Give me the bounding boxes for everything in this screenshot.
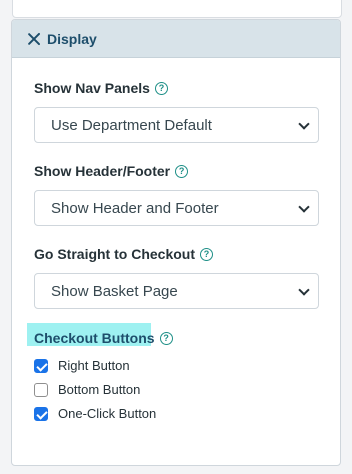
bottom-button-checkbox[interactable]	[34, 382, 48, 397]
nav-panels-label: Show Nav Panels ?	[34, 80, 168, 96]
checkout-label: Go Straight to Checkout ?	[34, 246, 213, 262]
nav-panels-label-text: Show Nav Panels	[34, 80, 150, 96]
nav-panels-select[interactable]: Use Department Default	[34, 107, 319, 143]
header-footer-label-text: Show Header/Footer	[34, 163, 171, 179]
nav-panels-select-value: Use Department Default	[51, 116, 212, 134]
chevron-down-icon	[298, 284, 310, 296]
checkout-select-value: Show Basket Page	[51, 282, 178, 300]
help-icon[interactable]: ?	[154, 81, 168, 95]
checkout-buttons-label: Checkout Buttons ?	[34, 330, 173, 346]
close-icon[interactable]	[27, 32, 41, 46]
header-footer-label: Show Header/Footer ?	[34, 163, 189, 179]
header-footer-select-value: Show Header and Footer	[51, 199, 219, 217]
chevron-down-icon	[298, 118, 310, 130]
panel-title: Display	[47, 30, 97, 47]
checkout-label-text: Go Straight to Checkout	[34, 246, 195, 262]
chevron-down-icon	[298, 201, 310, 213]
right-button-label: Right Button	[58, 358, 130, 373]
one-click-button-label: One-Click Button	[58, 406, 157, 421]
display-panel: Display Show Nav Panels ? Use Department…	[11, 19, 341, 466]
bottom-button-option[interactable]: Bottom Button	[34, 382, 140, 397]
checkout-select[interactable]: Show Basket Page	[34, 273, 319, 309]
right-button-checkbox[interactable]	[34, 358, 48, 373]
checkout-buttons-label-text: Checkout Buttons	[34, 330, 155, 346]
help-icon[interactable]: ?	[175, 164, 189, 178]
one-click-button-option[interactable]: One-Click Button	[34, 406, 156, 421]
right-button-option[interactable]: Right Button	[34, 358, 130, 373]
help-icon[interactable]: ?	[200, 247, 213, 261]
header-footer-select[interactable]: Show Header and Footer	[34, 190, 319, 226]
one-click-button-checkbox[interactable]	[34, 406, 48, 421]
bottom-button-label: Bottom Button	[58, 382, 141, 397]
help-icon[interactable]: ?	[159, 331, 173, 345]
previous-panel-card	[12, 0, 342, 18]
display-panel-header[interactable]: Display	[12, 20, 340, 58]
